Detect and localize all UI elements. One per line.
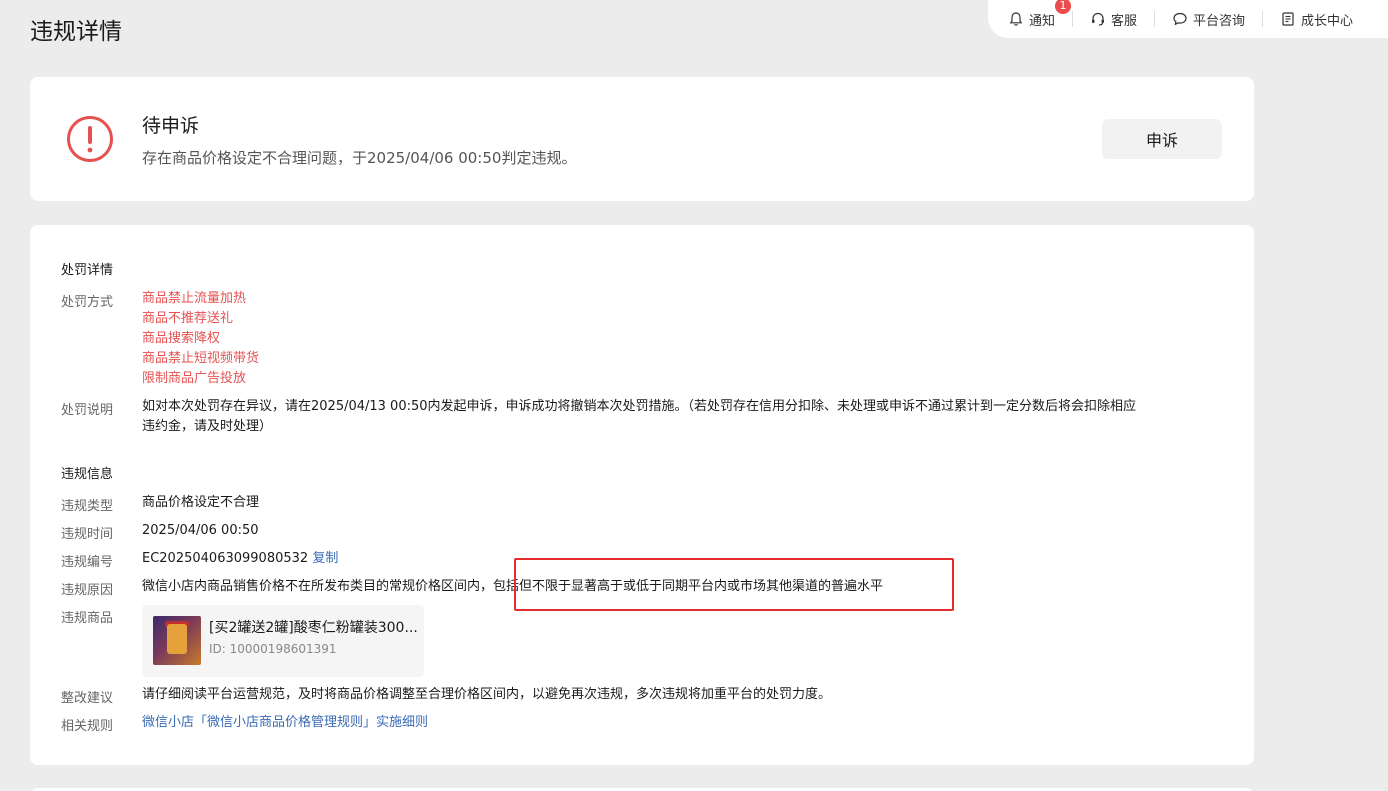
top-navigation: 通知 1 客服 平台咨询 成长中心	[988, 0, 1388, 38]
status-card: 待申诉 存在商品价格设定不合理问题，于2025/04/06 00:50判定违规。…	[30, 77, 1254, 201]
violation-time-label: 违规时间	[61, 527, 114, 542]
penalty-method-item: 商品不推荐送礼	[142, 311, 234, 326]
violation-id-label: 违规编号	[61, 555, 114, 570]
violation-reason-part: 微信小店内商品销售价格不在所发布类目的常规价格区间内，	[142, 579, 494, 594]
status-title: 待申诉	[142, 115, 200, 137]
product-card[interactable]: [买2罐送2罐]酸枣仁粉罐装300... ID: 10000198601391	[142, 605, 424, 677]
violation-type-value: 商品价格设定不合理	[142, 495, 260, 510]
penalty-note: 如对本次处罚存在异议，请在2025/04/13 00:50内发起申诉，申诉成功将…	[142, 397, 1232, 437]
nav-customer-service-label: 客服	[1111, 13, 1138, 29]
nav-notifications[interactable]: 通知 1	[1008, 0, 1072, 29]
violation-product-label: 违规商品	[61, 611, 114, 626]
related-rule-label: 相关规则	[61, 719, 114, 734]
detail-card: 处罚详情 处罚方式 商品禁止流量加热 商品不推荐送礼 商品搜索降权 商品禁止短视…	[30, 225, 1254, 765]
advice-label: 整改建议	[61, 691, 114, 706]
product-id: ID: 10000198601391	[209, 642, 337, 656]
nav-divider	[1154, 11, 1156, 27]
chat-bubble-icon	[1173, 12, 1187, 26]
violation-id-row: EC202504063099080532 复制	[142, 549, 338, 569]
nav-growth-center[interactable]: 成长中心	[1280, 10, 1353, 29]
appeal-button[interactable]: 申诉	[1102, 119, 1222, 159]
violation-time-value: 2025/04/06 00:50	[142, 523, 259, 538]
nav-growth-center-label: 成长中心	[1301, 13, 1354, 29]
penalty-note-line: 违约金，请及时处理）	[142, 419, 273, 434]
copy-id-link[interactable]: 复制	[312, 551, 338, 566]
nav-divider	[1072, 11, 1074, 27]
product-thumbnail	[153, 616, 201, 665]
penalty-section-title: 处罚详情	[61, 263, 114, 278]
nav-platform-consult[interactable]: 平台咨询	[1172, 10, 1245, 29]
nav-notifications-label: 通知	[1029, 13, 1056, 29]
headset-icon	[1092, 12, 1105, 26]
violation-section-title: 违规信息	[61, 467, 114, 482]
nav-platform-consult-label: 平台咨询	[1193, 13, 1246, 29]
violation-type-label: 违规类型	[61, 499, 114, 514]
jar-shape	[167, 624, 187, 654]
related-rule-link[interactable]: 微信小店「微信小店商品价格管理规则」实施细则	[142, 713, 428, 733]
penalty-note-label: 处罚说明	[61, 403, 114, 418]
nav-customer-service[interactable]: 客服	[1090, 10, 1137, 29]
penalty-method-label: 处罚方式	[61, 295, 114, 310]
advice-value: 请仔细阅读平台运营规范，及时将商品价格调整至合理价格区间内，以避免再次违规，多次…	[142, 687, 832, 702]
violation-reason-highlighted-part: 包括但不限于显著高于或低于同期平台内或市场其他渠道的普遍水平	[493, 579, 884, 594]
status-description: 存在商品价格设定不合理问题，于2025/04/06 00:50判定违规。	[142, 149, 577, 167]
penalty-methods-list: 商品禁止流量加热 商品不推荐送礼 商品搜索降权 商品禁止短视频带货 限制商品广告…	[142, 289, 259, 389]
exclamation-circle-icon	[67, 116, 113, 162]
penalty-note-line: 如对本次处罚存在异议，请在2025/04/13 00:50内发起申诉，申诉成功将…	[142, 399, 1137, 414]
violation-reason-value: 微信小店内商品销售价格不在所发布类目的常规价格区间内，包括但不限于显著高于或低于…	[142, 577, 883, 597]
product-name: [买2罐送2罐]酸枣仁粉罐装300...	[209, 620, 418, 636]
notification-badge: 1	[1054, 0, 1072, 15]
page-title: 违规详情	[30, 19, 122, 45]
violation-id-value: EC202504063099080532	[142, 551, 309, 566]
bell-icon	[1009, 12, 1023, 26]
document-icon	[1282, 12, 1294, 26]
penalty-method-item: 商品搜索降权	[142, 331, 221, 346]
violation-reason-label: 违规原因	[61, 583, 114, 598]
penalty-method-item: 限制商品广告投放	[142, 371, 247, 386]
nav-divider	[1262, 11, 1264, 27]
penalty-method-item: 商品禁止流量加热	[142, 291, 247, 306]
penalty-method-item: 商品禁止短视频带货	[142, 351, 260, 366]
